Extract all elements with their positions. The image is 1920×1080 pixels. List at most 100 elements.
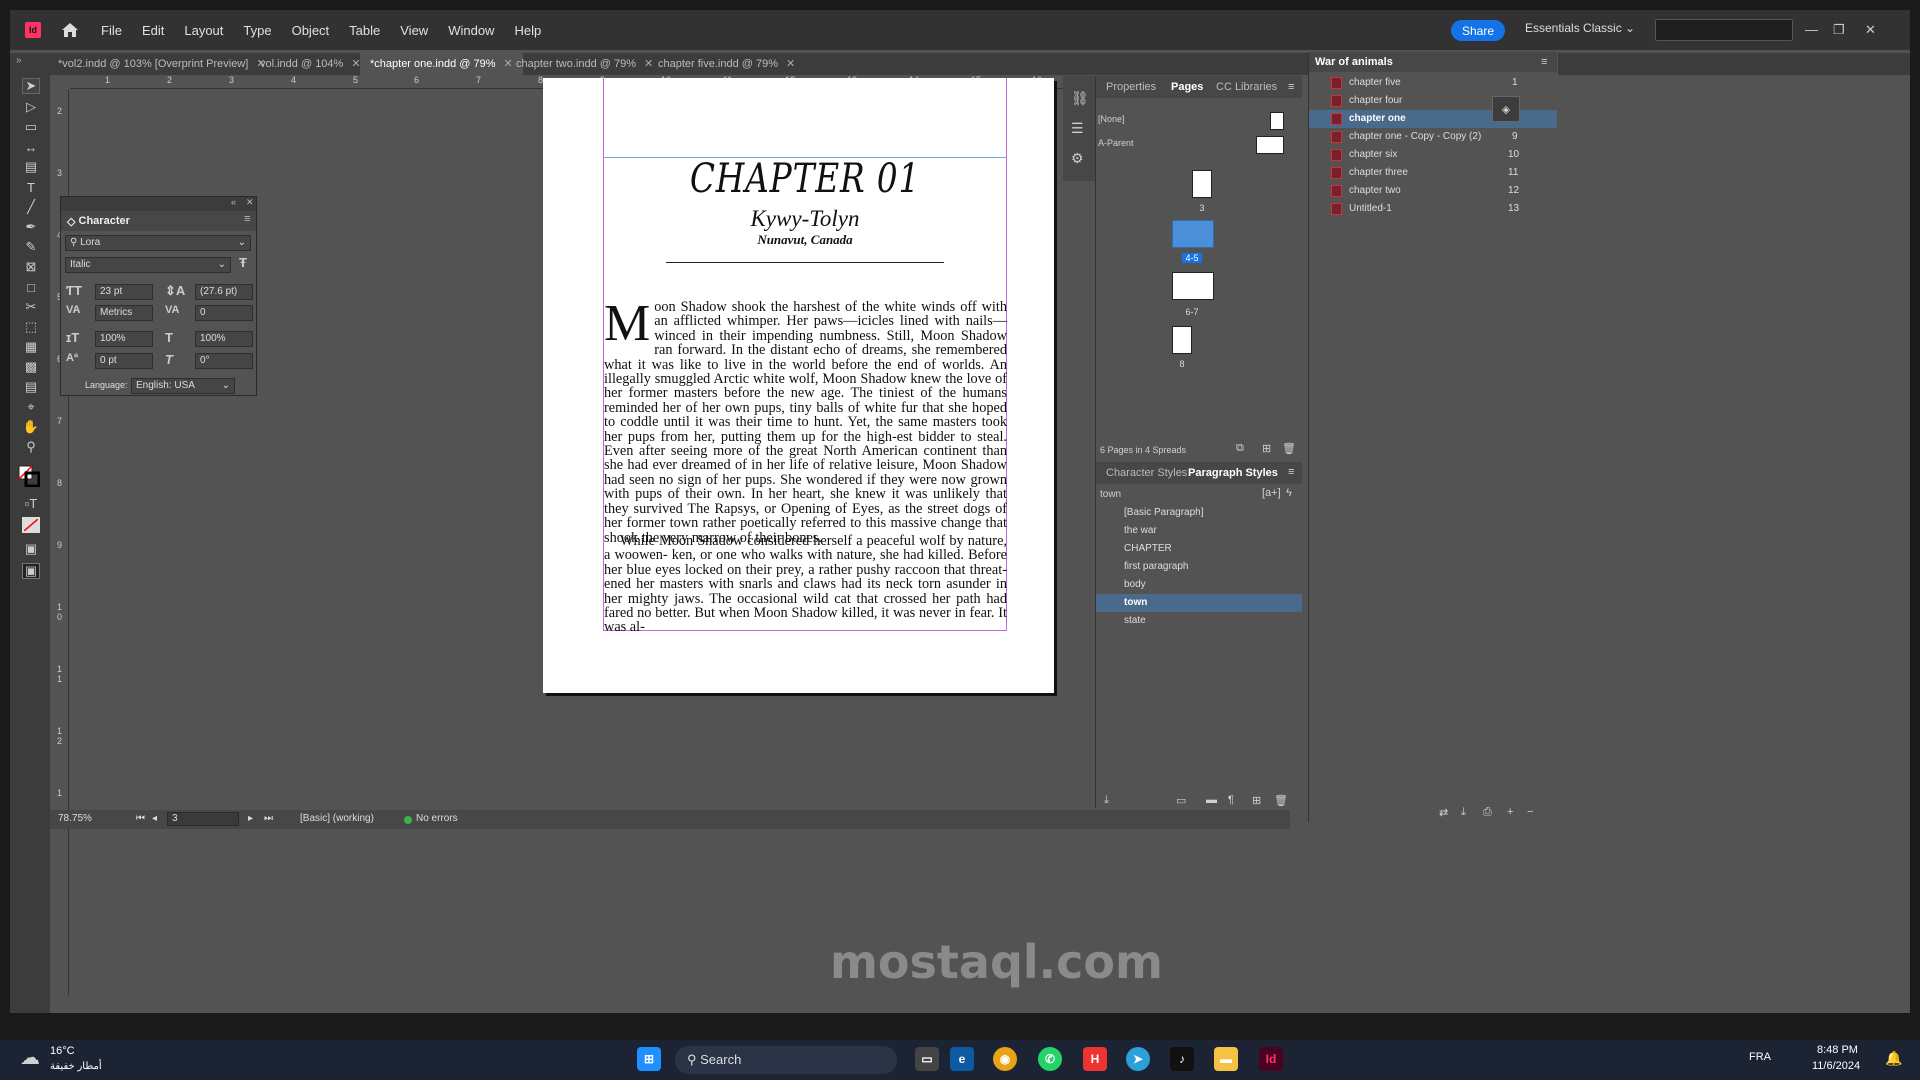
book-title[interactable]: War of animals xyxy=(1315,56,1393,68)
menu-table[interactable]: Table xyxy=(349,23,380,38)
tab-chapter-two[interactable]: chapter two.indd @ 79% ✕ xyxy=(506,53,663,75)
line-tool-icon[interactable]: ╱ xyxy=(22,199,40,215)
spread-thumb-4-5[interactable] xyxy=(1172,220,1214,248)
collapse-icon[interactable]: « xyxy=(231,197,236,207)
menu-edit[interactable]: Edit xyxy=(142,23,164,38)
body-paragraph-2[interactable]: While Moon Shadow considered herself a p… xyxy=(604,534,1007,635)
tab-pages[interactable]: Pages xyxy=(1171,76,1203,98)
clear-overrides-icon[interactable]: ¶ xyxy=(1228,794,1234,806)
leading-field[interactable]: (27.6 pt) xyxy=(195,284,253,300)
share-button[interactable]: Share xyxy=(1451,20,1505,41)
task-view-icon[interactable]: ▭ xyxy=(915,1047,939,1071)
create-style-icon[interactable]: [a+] xyxy=(1262,487,1281,499)
style-town[interactable]: town xyxy=(1096,594,1302,612)
free-transform-tool-icon[interactable]: ⬚ xyxy=(22,319,40,335)
selection-tool-icon[interactable]: ➤ xyxy=(22,78,40,94)
font-info-icon[interactable]: Ŧ xyxy=(239,255,247,270)
baseline-shift-field[interactable]: 0 pt xyxy=(95,353,153,369)
load-styles-icon[interactable]: ⤓ xyxy=(1104,794,1109,807)
save-book-icon[interactable]: ⤓ xyxy=(1461,806,1466,819)
screen-mode-icon[interactable]: ▣ xyxy=(22,541,40,557)
indesign-taskbar-icon[interactable]: Id xyxy=(1259,1047,1283,1071)
font-family-field[interactable]: ⚲ Lora ⌄ xyxy=(65,235,251,251)
page-number-field[interactable]: 3 xyxy=(167,812,239,826)
clock-date[interactable]: 11/6/2024 xyxy=(1812,1060,1860,1072)
zoom-level[interactable]: 78.75% xyxy=(58,813,92,824)
tab-chapter-five[interactable]: chapter five.indd @ 79% ✕ xyxy=(648,53,805,75)
scissors-tool-icon[interactable]: ✂ xyxy=(22,299,40,315)
new-page-icon[interactable]: ⊞ xyxy=(1262,442,1271,455)
last-page-icon[interactable]: ⏭ xyxy=(264,813,273,824)
spread-thumb-3[interactable] xyxy=(1192,170,1212,198)
preflight-status[interactable]: No errors xyxy=(416,813,458,824)
content-collector-icon[interactable]: ▤ xyxy=(22,159,40,175)
direct-selection-tool-icon[interactable]: ▷ xyxy=(22,99,40,115)
lightning-icon[interactable]: ϟ xyxy=(1286,487,1292,499)
menu-object[interactable]: Object xyxy=(292,23,330,38)
menu-window[interactable]: Window xyxy=(448,23,494,38)
first-page-icon[interactable]: ⏮ xyxy=(136,813,145,824)
close-icon[interactable]: ✕ xyxy=(1865,22,1876,38)
delete-style-icon[interactable]: 🗑 xyxy=(1274,794,1288,807)
style-chapter[interactable]: CHAPTER xyxy=(1096,540,1302,558)
menu-type[interactable]: Type xyxy=(243,23,271,38)
language-select[interactable]: English: USA ⌄ xyxy=(131,378,235,394)
links-icon[interactable]: ⛓ xyxy=(1071,90,1089,107)
tiktok-icon[interactable]: ♪ xyxy=(1170,1047,1194,1071)
taskbar-search[interactable]: ⚲ Search xyxy=(675,1046,897,1074)
panel-menu-icon[interactable]: ≡ xyxy=(1288,466,1294,478)
type-tool-icon[interactable]: T xyxy=(22,179,40,195)
style-first-paragraph[interactable]: first paragraph xyxy=(1096,558,1302,576)
menu-help[interactable]: Help xyxy=(514,23,541,38)
add-document-icon[interactable]: + xyxy=(1507,806,1513,818)
restore-icon[interactable]: ❐ xyxy=(1833,22,1845,38)
chapter-title[interactable]: CHAPTER 01 xyxy=(639,156,970,202)
page-tool-icon[interactable]: ▭ xyxy=(22,119,40,135)
previous-page-icon[interactable]: ◂ xyxy=(152,813,157,824)
formatting-affects-container-icon[interactable]: ▫T xyxy=(22,495,40,511)
edit-page-size-icon[interactable]: ⧉ xyxy=(1236,442,1244,455)
workspace-switcher[interactable]: Essentials Classic ⌄ xyxy=(1525,21,1635,35)
synchronize-icon[interactable]: ⇄ xyxy=(1439,806,1448,819)
body-paragraph-1[interactable]: Moon Shadow shook the harshest of the wh… xyxy=(604,298,1007,545)
font-size-field[interactable]: 23 pt xyxy=(95,284,153,300)
parent-a-thumb[interactable] xyxy=(1256,136,1284,154)
panel-menu-icon[interactable]: ≡ xyxy=(244,213,250,225)
horizontal-scale-field[interactable]: 100% xyxy=(195,331,253,347)
start-icon[interactable]: ⊞ xyxy=(637,1047,661,1071)
input-language[interactable]: FRA xyxy=(1749,1051,1771,1063)
author-name[interactable]: Kywy-Tolyn xyxy=(603,206,1007,232)
delete-page-icon[interactable]: 🗑 xyxy=(1282,442,1296,455)
chrome-icon[interactable]: ◉ xyxy=(993,1047,1017,1071)
style-state[interactable]: state xyxy=(1096,612,1302,630)
author-location[interactable]: Nunavut, Canada xyxy=(603,232,1007,248)
document-page[interactable]: CHAPTER 01 Kywy-Tolyn Nunavut, Canada Mo… xyxy=(543,78,1054,693)
book-item[interactable]: chapter five 1 xyxy=(1309,74,1557,92)
pen-tool-icon[interactable]: ✒ xyxy=(22,219,40,235)
tab-character-styles[interactable]: Character Styles xyxy=(1106,462,1187,484)
gap-tool-icon[interactable]: ↔ xyxy=(22,139,40,155)
rectangle-frame-tool-icon[interactable]: ⊠ xyxy=(22,259,40,275)
style-the-war[interactable]: the war xyxy=(1096,522,1302,540)
panel-menu-icon[interactable]: ≡ xyxy=(1288,81,1294,93)
rectangle-tool-icon[interactable]: □ xyxy=(22,279,40,295)
layers-icon[interactable]: ◈ xyxy=(1492,96,1520,122)
whatsapp-icon[interactable]: ✆ xyxy=(1038,1047,1062,1071)
collapse-panels-icon[interactable]: » xyxy=(16,55,22,66)
panel-menu-icon[interactable]: ≡ xyxy=(1541,56,1547,68)
new-style-icon[interactable]: ⊞ xyxy=(1252,794,1261,807)
book-item[interactable]: Untitled-1 13 xyxy=(1309,200,1557,218)
search-input[interactable] xyxy=(1655,19,1793,41)
tab-cc-libraries[interactable]: CC Libraries xyxy=(1216,76,1277,98)
swatches-icon[interactable]: ⚙ xyxy=(1071,150,1084,167)
tracking-field[interactable]: 0 xyxy=(195,305,253,321)
telegram-icon[interactable]: ➤ xyxy=(1126,1047,1150,1071)
zoom-tool-icon[interactable]: ⚲ xyxy=(22,439,40,455)
kerning-field[interactable]: Metrics xyxy=(95,305,153,321)
menu-view[interactable]: View xyxy=(400,23,428,38)
menu-layout[interactable]: Layout xyxy=(184,23,223,38)
gradient-feather-tool-icon[interactable]: ▩ xyxy=(22,359,40,375)
style-basic-paragraph[interactable]: [Basic Paragraph] xyxy=(1096,504,1302,522)
spread-thumb-8[interactable] xyxy=(1172,326,1192,354)
tab-vol[interactable]: vol.indd @ 104% ✕ xyxy=(250,53,371,75)
